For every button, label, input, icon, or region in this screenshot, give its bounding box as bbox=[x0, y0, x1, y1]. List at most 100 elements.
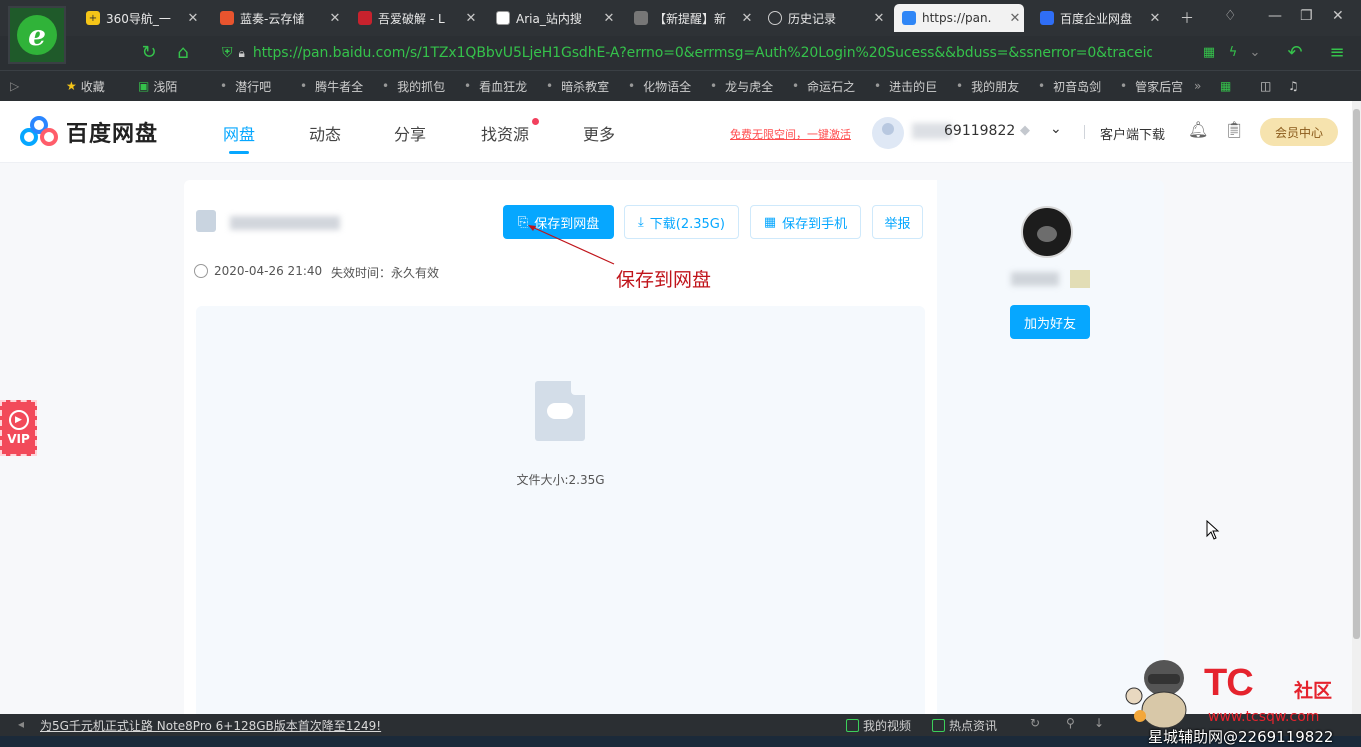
speaker-icon: ◂ bbox=[18, 717, 25, 731]
music-icon[interactable]: ♫ bbox=[1278, 71, 1306, 102]
restore-icon[interactable]: ❐ bbox=[1300, 8, 1313, 24]
nav-share[interactable]: 分享 bbox=[394, 121, 426, 145]
chevron-down-icon[interactable]: ⌄ bbox=[1244, 42, 1266, 64]
nav-dynamic[interactable]: 动态 bbox=[309, 121, 341, 145]
clock-icon bbox=[194, 264, 208, 278]
download-button[interactable]: ⤓ 下载(2.35G) bbox=[624, 205, 739, 239]
tab-baidu-pan-active[interactable]: https://pan. ✕ bbox=[894, 4, 1024, 32]
hot-news-link[interactable]: 热点资讯 bbox=[932, 717, 997, 734]
bookmark-item[interactable]: • 我的朋友 bbox=[946, 71, 1028, 102]
bookmark-item[interactable]: • 化物语全 bbox=[618, 71, 700, 102]
browser-tab-bar: + 360导航_一 ✕ 蓝奏-云存储 ✕ 吾爱破解 - L ✕ Aria_站内搜… bbox=[0, 0, 1361, 36]
chevron-down-icon[interactable]: ⌄ bbox=[1050, 121, 1062, 137]
tab-lanzou[interactable]: 蓝奏-云存储 ✕ bbox=[212, 4, 344, 32]
refresh-icon[interactable]: ↻ bbox=[1030, 716, 1040, 730]
tab-title: 360导航_一 bbox=[106, 11, 171, 26]
close-icon[interactable]: ✕ bbox=[1006, 11, 1024, 26]
bookmark-item[interactable]: ▣ 浅陌 bbox=[128, 71, 210, 102]
bookmark-item[interactable]: • 龙与虎全 bbox=[700, 71, 782, 102]
qr-icon[interactable]: ▦ bbox=[1198, 42, 1220, 64]
tab-reminder[interactable]: 【新提醒】新 ✕ bbox=[626, 4, 756, 32]
vip-center-button[interactable]: 会员中心 bbox=[1260, 118, 1338, 146]
bell-icon[interactable]: 🔔︎ bbox=[1188, 120, 1208, 139]
bookmark-item[interactable]: • 我的抓包 bbox=[372, 71, 454, 102]
annotation-label: 保存到网盘 bbox=[616, 269, 712, 291]
my-video-link[interactable]: 我的视频 bbox=[846, 717, 911, 734]
nav-more[interactable]: 更多 bbox=[583, 121, 615, 145]
tab-history[interactable]: 历史记录 ✕ bbox=[760, 4, 888, 32]
close-icon[interactable]: ✕ bbox=[184, 11, 202, 26]
pin-icon[interactable]: ⚲ bbox=[1066, 716, 1075, 730]
bookmark-item[interactable]: • 进击的巨 bbox=[864, 71, 946, 102]
tab-title: https://pan. bbox=[922, 11, 992, 25]
bookmark-item[interactable]: • 看血狂龙 bbox=[454, 71, 536, 102]
close-icon[interactable]: ✕ bbox=[870, 11, 888, 26]
bookmark-item[interactable]: • 管家后宫 bbox=[1110, 71, 1184, 102]
clock-icon bbox=[768, 11, 782, 25]
bookmark-item[interactable]: • 初音岛剑 bbox=[1028, 71, 1110, 102]
baidu-pan-logo[interactable]: 百度网盘 bbox=[20, 116, 158, 148]
undo-icon[interactable]: ↶ bbox=[1284, 42, 1306, 64]
apps-icon[interactable]: ▦ bbox=[1210, 71, 1250, 102]
url-text[interactable]: https://pan.baidu.com/s/1TZx1QBbvU5LjeH1… bbox=[253, 45, 1152, 61]
game-icon[interactable]: ◫ bbox=[1250, 71, 1278, 102]
watermark-community: 社区 bbox=[1294, 680, 1333, 702]
close-icon[interactable]: ✕ bbox=[326, 11, 344, 26]
report-button[interactable]: 举报 bbox=[872, 205, 923, 239]
download-icon[interactable]: ↓ bbox=[1094, 716, 1104, 730]
tab-aria[interactable]: Aria_站内搜 ✕ bbox=[488, 4, 618, 32]
nav-pan[interactable]: 网盘 bbox=[223, 121, 255, 145]
more-bookmarks-icon[interactable]: » bbox=[1184, 71, 1210, 102]
file-size: 文件大小:2.35G bbox=[516, 473, 605, 487]
clipboard-icon[interactable]: 📋︎ bbox=[1224, 120, 1244, 139]
menu-icon[interactable]: ≡ bbox=[1326, 42, 1348, 64]
bookmark-item[interactable]: • 命运石之 bbox=[782, 71, 864, 102]
diamond-icon[interactable]: ◆ bbox=[1020, 123, 1036, 139]
scrollbar[interactable] bbox=[1352, 101, 1361, 714]
close-icon[interactable]: ✕ bbox=[462, 11, 480, 26]
tab-360-nav[interactable]: + 360导航_一 ✕ bbox=[78, 4, 202, 32]
bookmark-item[interactable]: • 暗杀教室 bbox=[536, 71, 618, 102]
bookmark-item[interactable]: • 潜行吧 bbox=[210, 71, 290, 102]
minimize-icon[interactable]: — bbox=[1268, 8, 1282, 24]
close-icon[interactable]: ✕ bbox=[1146, 11, 1164, 26]
refresh-icon[interactable]: ↻ bbox=[138, 42, 160, 64]
add-friend-button[interactable]: 加为好友 bbox=[1010, 305, 1090, 339]
bookmark-label: 我的抓包 bbox=[397, 79, 446, 94]
tab-52pojie[interactable]: 吾爱破解 - L ✕ bbox=[350, 4, 480, 32]
address-bar: ↻ ⌂ ⛨ 🔒︎ https://pan.baidu.com/s/1TZx1QB… bbox=[0, 36, 1361, 70]
share-date: 2020-04-26 21:40 bbox=[214, 264, 323, 278]
bookmark-item[interactable]: • 腾牛者全 bbox=[290, 71, 372, 102]
vip-float-button[interactable]: ▶ VIP bbox=[0, 400, 37, 456]
home-icon[interactable]: ⌂ bbox=[172, 42, 194, 64]
sidebar-toggle-icon[interactable]: ▷ bbox=[0, 71, 56, 102]
shirt-icon[interactable]: ♢ bbox=[1224, 8, 1237, 24]
close-window-icon[interactable]: ✕ bbox=[1332, 8, 1344, 24]
shield-icon: ⛨ bbox=[222, 45, 233, 61]
sharer-name-blurred bbox=[1011, 272, 1059, 286]
baidu-enterprise-icon bbox=[1040, 11, 1054, 25]
nav-find-resources[interactable]: 找资源 bbox=[481, 121, 529, 145]
client-download-link[interactable]: 客户端下载 bbox=[1100, 124, 1165, 143]
new-tab-icon[interactable]: ＋ bbox=[1180, 8, 1194, 28]
browser-status-bar: ◂ 为5G千元机正式让路 Note8Pro 6+128GB版本首次降至1249!… bbox=[0, 714, 1361, 736]
lightning-icon[interactable]: ϟ bbox=[1222, 42, 1244, 64]
page-header: 百度网盘 网盘 动态 分享 找资源 更多 免费无限空间，一键激活 6911982… bbox=[0, 101, 1352, 163]
news-ticker[interactable]: 为5G千元机正式让路 Note8Pro 6+128GB版本首次降至1249! bbox=[40, 717, 381, 734]
button-label: 下载(2.35G) bbox=[649, 216, 725, 232]
bookmark-label: 管家后宫 bbox=[1135, 79, 1184, 94]
tab-baidu-enterprise[interactable]: 百度企业网盘 ✕ bbox=[1032, 4, 1164, 32]
sharer-avatar[interactable] bbox=[1021, 206, 1073, 258]
baidu-pan-logo-icon bbox=[20, 116, 60, 148]
video-icon bbox=[846, 719, 859, 732]
close-icon[interactable]: ✕ bbox=[738, 11, 756, 26]
avatar[interactable] bbox=[872, 117, 904, 149]
browser-logo[interactable]: e bbox=[8, 6, 66, 64]
url-field[interactable]: ⛨ 🔒︎ https://pan.baidu.com/s/1TZx1QBbvU5… bbox=[222, 41, 1152, 65]
bookmark-favorites[interactable]: ★ 收藏 bbox=[56, 71, 128, 102]
close-icon[interactable]: ✕ bbox=[600, 11, 618, 26]
save-to-phone-button[interactable]: ▦ 保存到手机 bbox=[750, 205, 861, 239]
scrollbar-thumb[interactable] bbox=[1353, 109, 1360, 639]
promo-link[interactable]: 免费无限空间，一键激活 bbox=[730, 126, 851, 142]
username[interactable]: 69119822 bbox=[944, 123, 1015, 139]
